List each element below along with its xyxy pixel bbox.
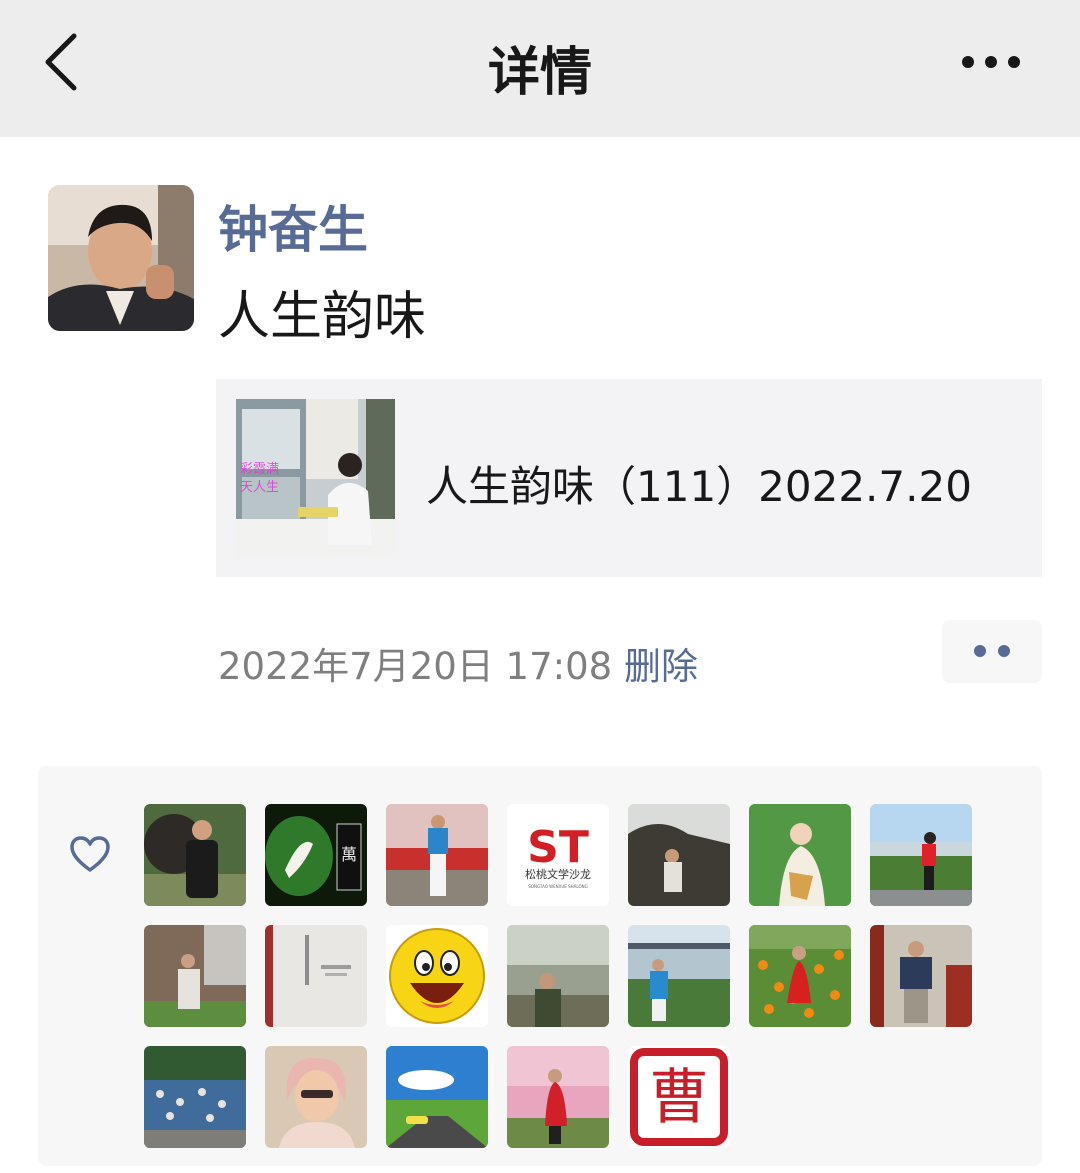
liker-avatar[interactable] [870, 925, 972, 1027]
liker-avatar[interactable] [870, 804, 972, 906]
author-avatar[interactable] [48, 185, 194, 331]
liker-avatar[interactable] [386, 925, 488, 1027]
more-button[interactable] [952, 40, 1036, 84]
liker-avatar[interactable] [628, 804, 730, 906]
liker-avatar[interactable]: 萬 [265, 804, 367, 906]
logo-caption: 松桃文学沙龙 [525, 867, 591, 881]
link-title: 人生韵味（111）2022.7.20 [426, 462, 972, 511]
liker-avatar[interactable] [749, 804, 851, 906]
likes-panel: 萬 ST 松桃文学沙龙 SONGTAO WENXUE SHALONG 曹 [38, 766, 1042, 1166]
liker-avatar[interactable] [507, 1046, 609, 1148]
liker-avatar[interactable] [265, 925, 367, 1027]
liker-avatar[interactable]: ST 松桃文学沙龙 SONGTAO WENXUE SHALONG [507, 804, 609, 906]
liker-avatar[interactable] [265, 1046, 367, 1148]
svg-text:彩霞满: 彩霞满 [240, 462, 279, 477]
liker-avatar[interactable] [386, 1046, 488, 1148]
logo-text: ST [527, 822, 589, 873]
navigation-bar: 详情 [0, 0, 1080, 137]
post-timestamp: 2022年7月20日 17:08 [218, 645, 613, 688]
liker-avatar[interactable] [628, 925, 730, 1027]
post-text: 人生韵味 [218, 287, 427, 347]
heart-outline-icon [70, 836, 110, 872]
seal-character: 曹 [649, 1063, 709, 1133]
liker-avatar[interactable] [507, 925, 609, 1027]
link-card[interactable]: 彩霞满 天人生 人生韵味（111）2022.7.20 [216, 379, 1042, 577]
liker-avatar[interactable]: 曹 [628, 1046, 730, 1148]
svg-text:萬: 萬 [341, 845, 357, 864]
liker-avatar[interactable] [749, 925, 851, 1027]
comment-like-button[interactable] [942, 620, 1042, 683]
author-name[interactable]: 钟奋生 [218, 190, 368, 262]
two-dots-icon [974, 645, 1010, 657]
liker-avatar[interactable] [144, 804, 246, 906]
more-dots-icon [962, 56, 1020, 68]
liker-avatar[interactable] [144, 1046, 246, 1148]
link-thumbnail: 彩霞满 天人生 [236, 399, 395, 557]
liker-avatar[interactable] [386, 804, 488, 906]
svg-text:天人生: 天人生 [240, 480, 279, 495]
logo-subcaption: SONGTAO WENXUE SHALONG [528, 884, 587, 889]
liker-avatar[interactable] [144, 925, 246, 1027]
delete-button[interactable]: 删除 [624, 636, 698, 690]
page-title: 详情 [487, 43, 592, 103]
